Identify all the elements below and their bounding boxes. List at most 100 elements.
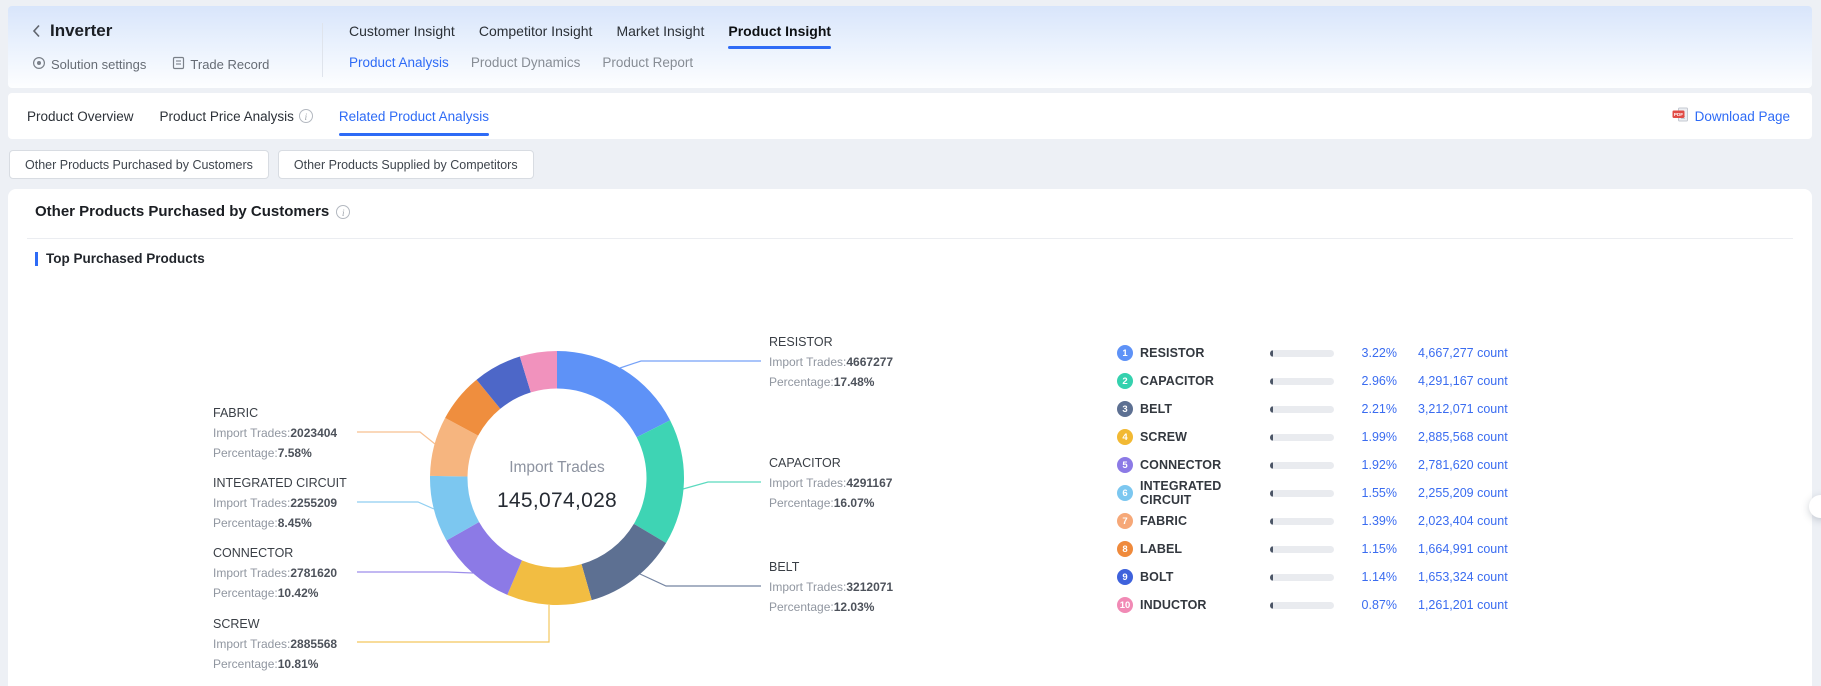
rank-percent: 1.39%	[1341, 514, 1397, 528]
rank-count[interactable]: 4,291,167 count	[1404, 374, 1534, 388]
back-chevron-icon[interactable]	[32, 24, 41, 38]
nav-item-label: Product Price Analysis	[160, 109, 294, 124]
callout-pct-value: 17.48%	[834, 375, 875, 389]
callout-trades-prefix: Import Trades:	[213, 637, 290, 651]
section-head: Other Products Purchased by Customers i	[35, 203, 350, 220]
tab-customer-insight[interactable]: Customer Insight	[349, 12, 455, 49]
callout-pct-value: 8.45%	[278, 516, 312, 530]
rank-row-integrated-circuit: 6INTEGRATED CIRCUIT1.55%2,255,209 count	[1117, 479, 1527, 507]
download-page-label: Download Page	[1695, 109, 1790, 124]
rank-count[interactable]: 2,781,620 count	[1404, 458, 1534, 472]
tab-market-insight[interactable]: Market Insight	[616, 12, 704, 49]
rank-name: LABEL	[1140, 542, 1263, 556]
leader-line-belt	[640, 574, 761, 586]
rank-count[interactable]: 2,255,209 count	[1404, 486, 1534, 500]
callout-pct-prefix: Percentage:	[769, 600, 834, 614]
tab-product-insight[interactable]: Product Insight	[728, 12, 831, 49]
rank-progress-fill	[1270, 406, 1273, 413]
nav-item-product-price-analysis[interactable]: Product Price Analysis i	[160, 93, 313, 139]
callout-fabric: FABRICImport Trades:2023404Percentage:7.…	[213, 403, 337, 463]
subtab-product-report[interactable]: Product Report	[602, 52, 693, 72]
callout-pct-value: 7.58%	[278, 446, 312, 460]
sub-tabs: Product Analysis Product Dynamics Product …	[349, 52, 693, 72]
donut-slice-connector[interactable]	[446, 522, 522, 595]
rank-progress-fill	[1270, 350, 1273, 357]
info-icon[interactable]: i	[299, 109, 313, 123]
trade-record-button[interactable]: Trade Record	[172, 56, 269, 73]
rank-progress-bar	[1270, 350, 1334, 357]
page: { "header": { "title": "Inverter", "sett…	[0, 0, 1821, 686]
rank-percent: 1.55%	[1341, 486, 1397, 500]
rank-name: RESISTOR	[1140, 346, 1263, 360]
callout-name: BELT	[769, 557, 893, 577]
rank-row-screw: 4SCREW1.99%2,885,568 count	[1117, 423, 1527, 451]
header-actions: Solution settings Trade Record	[32, 54, 269, 74]
donut-slice-label[interactable]	[445, 380, 500, 436]
callout-screw: SCREWImport Trades:2885568Percentage:10.…	[213, 614, 337, 674]
rank-row-belt: 3BELT2.21%3,212,071 count	[1117, 395, 1527, 423]
donut-center: Import Trades 145,074,028	[457, 457, 657, 516]
rank-percent: 1.15%	[1341, 542, 1397, 556]
toggle-button-other-products-purchased-by-customers[interactable]: Other Products Purchased by Customers	[9, 150, 269, 179]
nav-item-related-product-analysis[interactable]: Related Product Analysis	[339, 93, 489, 139]
donut-center-value: 145,074,028	[457, 486, 657, 516]
rank-count[interactable]: 1,664,991 count	[1404, 542, 1534, 556]
callout-pct-prefix: Percentage:	[213, 586, 278, 600]
leader-line-fabric	[357, 432, 435, 444]
rank-progress-fill	[1270, 518, 1273, 525]
rank-row-capacitor: 2CAPACITOR2.96%4,291,167 count	[1117, 367, 1527, 395]
subtab-product-analysis[interactable]: Product Analysis	[349, 52, 449, 72]
donut-slice-resistor[interactable]	[557, 351, 670, 437]
rank-row-bolt: 9BOLT1.14%1,653,324 count	[1117, 563, 1527, 591]
rank-progress-bar	[1270, 378, 1334, 385]
rank-badge: 9	[1117, 569, 1133, 585]
solution-settings-button[interactable]: Solution settings	[32, 56, 146, 73]
target-icon	[32, 56, 46, 73]
rank-progress-bar	[1270, 462, 1334, 469]
rank-row-connector: 5CONNECTOR1.92%2,781,620 count	[1117, 451, 1527, 479]
rank-badge: 1	[1117, 345, 1133, 361]
callout-trades-value: 4291167	[846, 476, 892, 490]
document-icon	[172, 56, 185, 73]
header-divider	[322, 23, 323, 77]
callout-name: INTEGRATED CIRCUIT	[213, 473, 347, 493]
rank-progress-bar	[1270, 574, 1334, 581]
trade-record-label: Trade Record	[190, 57, 269, 72]
rank-row-fabric: 7FABRIC1.39%2,023,404 count	[1117, 507, 1527, 535]
callout-name: SCREW	[213, 614, 337, 634]
callout-resistor: RESISTORImport Trades:4667277Percentage:…	[769, 332, 893, 392]
download-page-button[interactable]: PDF Download Page	[1672, 93, 1790, 139]
rank-count[interactable]: 2,885,568 count	[1404, 430, 1534, 444]
rank-progress-bar	[1270, 602, 1334, 609]
rank-progress-fill	[1270, 574, 1273, 581]
rank-progress-bar	[1270, 518, 1334, 525]
donut-slice-belt[interactable]	[581, 524, 666, 600]
rank-count[interactable]: 1,653,324 count	[1404, 570, 1534, 584]
subtab-product-dynamics[interactable]: Product Dynamics	[471, 52, 581, 72]
nav-item-label: Related Product Analysis	[339, 109, 489, 124]
rank-progress-fill	[1270, 378, 1273, 385]
callout-trades-value: 2023404	[290, 426, 337, 440]
donut-slice-bolt[interactable]	[477, 357, 531, 409]
callout-name: FABRIC	[213, 403, 337, 423]
rank-count[interactable]: 3,212,071 count	[1404, 402, 1534, 416]
rank-count[interactable]: 1,261,201 count	[1404, 598, 1534, 612]
callout-trades-value: 4667277	[846, 355, 893, 369]
rank-name: BOLT	[1140, 570, 1263, 584]
callout-integrated-circuit: INTEGRATED CIRCUITImport Trades:2255209P…	[213, 473, 347, 533]
tab-competitor-insight[interactable]: Competitor Insight	[479, 12, 593, 49]
nav-item-product-overview[interactable]: Product Overview	[27, 93, 134, 139]
donut-slice-screw[interactable]	[507, 560, 591, 605]
rank-row-label: 8LABEL1.15%1,664,991 count	[1117, 535, 1527, 563]
svg-text:PDF: PDF	[1674, 112, 1683, 117]
callout-pct-value: 10.42%	[278, 586, 319, 600]
toggle-button-other-products-supplied-by-competitors[interactable]: Other Products Supplied by Competitors	[278, 150, 534, 179]
donut-slice-inductor[interactable]	[520, 351, 557, 392]
header-card: Inverter Solution settings Trade Record …	[8, 6, 1812, 88]
leader-line-resistor	[620, 361, 761, 368]
callout-trades-prefix: Import Trades:	[769, 355, 846, 369]
rank-count[interactable]: 2,023,404 count	[1404, 514, 1534, 528]
callout-pct-prefix: Percentage:	[213, 657, 278, 671]
info-icon[interactable]: i	[336, 205, 350, 219]
rank-count[interactable]: 4,667,277 count	[1404, 346, 1534, 360]
